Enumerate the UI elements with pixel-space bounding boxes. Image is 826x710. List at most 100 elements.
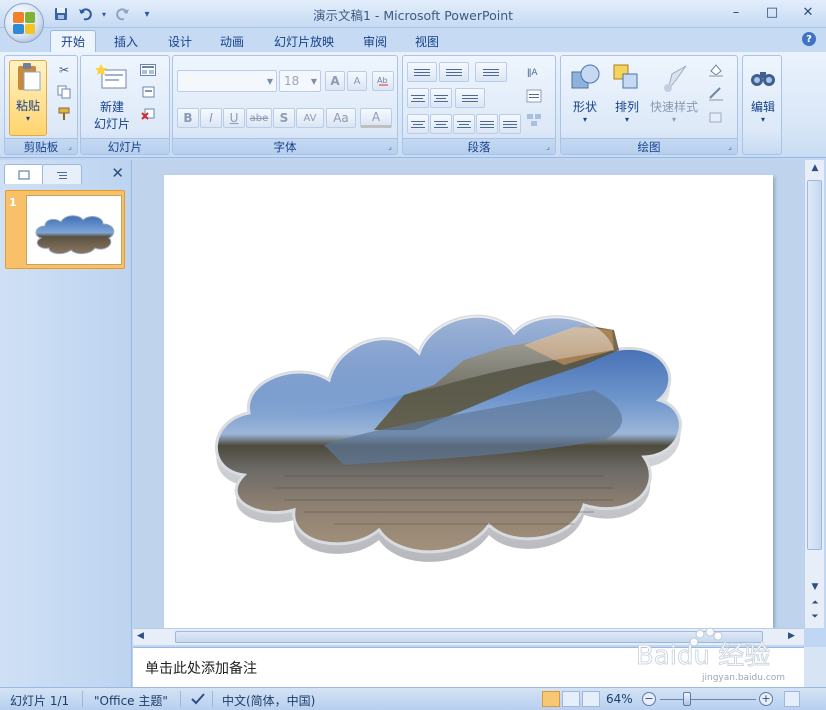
clipboard-launcher-icon[interactable]: ⌟: [65, 142, 75, 152]
zoom-slider-track[interactable]: [660, 699, 756, 700]
italic-button[interactable]: I: [200, 108, 222, 128]
quick-styles-button[interactable]: 快速样式 ▾: [647, 62, 701, 124]
arrange-dropdown-icon: ▾: [624, 115, 629, 124]
zoom-in-icon[interactable]: +: [759, 692, 773, 706]
next-slide-icon[interactable]: ⏷: [808, 612, 822, 622]
vertical-scrollbar[interactable]: ▲ ▼ ⏶ ⏷: [804, 160, 824, 628]
minimize-button[interactable]: –: [718, 0, 754, 24]
zoom-slider-thumb[interactable]: [683, 692, 691, 706]
font-name-combo[interactable]: ▼: [177, 70, 277, 92]
tab-view[interactable]: 视图: [405, 30, 449, 52]
tab-slideshow[interactable]: 幻灯片放映: [264, 30, 344, 52]
strikethrough-button[interactable]: abe: [246, 108, 272, 128]
tab-slides-thumbnails[interactable]: [4, 164, 44, 184]
new-slide-button[interactable]: 新建 幻灯片: [85, 62, 139, 132]
group-slides-label: 幻灯片: [81, 138, 169, 154]
numbering-icon[interactable]: [439, 62, 469, 82]
shapes-button[interactable]: 形状 ▾: [567, 62, 603, 124]
paste-icon: [18, 63, 41, 91]
align-left-icon[interactable]: [407, 114, 429, 134]
decrease-indent-icon[interactable]: [407, 88, 429, 108]
layout-icon[interactable]: [137, 60, 159, 80]
maximize-button[interactable]: □: [754, 0, 790, 24]
font-launcher-icon[interactable]: ⌟: [385, 142, 395, 152]
zoom-out-icon[interactable]: −: [642, 692, 656, 706]
paste-dropdown-icon: ▾: [25, 114, 30, 123]
smartart-icon[interactable]: [523, 110, 545, 130]
tab-insert[interactable]: 插入: [104, 30, 148, 52]
slide-canvas[interactable]: [164, 175, 773, 628]
cloud-picture[interactable]: [164, 175, 773, 628]
bullets-icon[interactable]: [407, 62, 437, 82]
shape-outline-icon[interactable]: [705, 84, 727, 104]
shape-fill-icon[interactable]: [705, 60, 727, 80]
drawing-launcher-icon[interactable]: ⌟: [725, 142, 735, 152]
close-pane-icon[interactable]: ✕: [111, 164, 124, 182]
justify-icon[interactable]: [476, 114, 498, 134]
tab-review[interactable]: 审阅: [353, 30, 397, 52]
close-button[interactable]: ✕: [790, 0, 826, 24]
increase-indent-icon[interactable]: [430, 88, 452, 108]
bold-button[interactable]: B: [177, 108, 199, 128]
tab-outline[interactable]: [42, 164, 82, 184]
cut-icon[interactable]: ✂: [53, 60, 75, 80]
copy-icon[interactable]: [53, 82, 75, 102]
quick-styles-icon: [664, 65, 687, 92]
font-color-button[interactable]: A: [360, 108, 392, 128]
tab-animations[interactable]: 动画: [210, 30, 254, 52]
format-painter-icon[interactable]: [53, 104, 75, 124]
slide-sorter-view-icon[interactable]: [562, 691, 580, 707]
distribute-icon[interactable]: [499, 114, 521, 134]
align-right-icon[interactable]: [453, 114, 475, 134]
editing-button[interactable]: 编辑 ▾: [745, 62, 781, 124]
scroll-right-icon[interactable]: ▶: [788, 631, 795, 641]
status-separator: [212, 691, 213, 707]
tab-design[interactable]: 设计: [158, 30, 202, 52]
fit-to-window-icon[interactable]: [784, 691, 800, 707]
scroll-up-icon[interactable]: ▲: [808, 163, 822, 173]
group-drawing-label: 绘图: [561, 138, 737, 154]
language-indicator[interactable]: 中文(简体，中国): [222, 692, 315, 709]
underline-button[interactable]: U: [223, 108, 245, 128]
reset-slide-icon[interactable]: [137, 82, 159, 102]
text-direction-icon[interactable]: ǁA: [523, 62, 545, 82]
help-icon[interactable]: ?: [802, 32, 816, 46]
scroll-left-icon[interactable]: ◀: [137, 631, 144, 641]
previous-slide-icon[interactable]: ⏶: [808, 598, 822, 608]
group-clipboard: 粘贴 ▾ ✂ 剪贴板 ⌟: [4, 55, 78, 155]
office-logo-icon: [13, 12, 35, 34]
scroll-down-icon[interactable]: ▼: [808, 582, 822, 592]
font-size-combo[interactable]: 18 ▼: [279, 70, 321, 92]
tab-home[interactable]: 开始: [50, 30, 97, 52]
shapes-icon: [571, 64, 600, 89]
columns-icon[interactable]: [455, 88, 485, 108]
editing-label: 编辑: [750, 100, 775, 114]
line-spacing-icon[interactable]: [475, 62, 507, 82]
group-paragraph: ǁA 段落 ⌟: [402, 55, 556, 155]
character-spacing-button[interactable]: AV: [296, 108, 324, 128]
paste-button[interactable]: 粘贴 ▾: [9, 60, 47, 136]
watermark-text: Baidu 经验: [636, 641, 770, 671]
slides-pane: ✕ 1: [0, 160, 132, 687]
arrange-button[interactable]: 排列 ▾: [609, 62, 645, 124]
align-text-icon[interactable]: [523, 86, 545, 106]
change-case-button[interactable]: Aa: [326, 108, 356, 128]
font-size-value: 18: [284, 74, 300, 88]
zoom-level[interactable]: 64%: [606, 692, 633, 706]
slideshow-view-icon[interactable]: [582, 691, 600, 707]
grow-font-button[interactable]: A: [325, 71, 345, 91]
delete-slide-icon[interactable]: [137, 104, 159, 124]
shape-effects-icon[interactable]: [705, 108, 727, 128]
slide-thumbnail-1[interactable]: [5, 190, 125, 269]
align-center-icon[interactable]: [430, 114, 452, 134]
notes-placeholder[interactable]: 单击此处添加备注: [145, 658, 257, 678]
office-button[interactable]: [4, 3, 44, 43]
shrink-font-button[interactable]: A: [347, 71, 367, 91]
spellcheck-icon[interactable]: [190, 692, 206, 709]
vertical-scroll-thumb[interactable]: [807, 180, 822, 550]
clear-format-icon[interactable]: Ab: [372, 71, 394, 91]
new-slide-icon: [96, 64, 127, 89]
text-shadow-button[interactable]: S: [273, 108, 295, 128]
paragraph-launcher-icon[interactable]: ⌟: [543, 142, 553, 152]
normal-view-icon[interactable]: [542, 691, 560, 707]
